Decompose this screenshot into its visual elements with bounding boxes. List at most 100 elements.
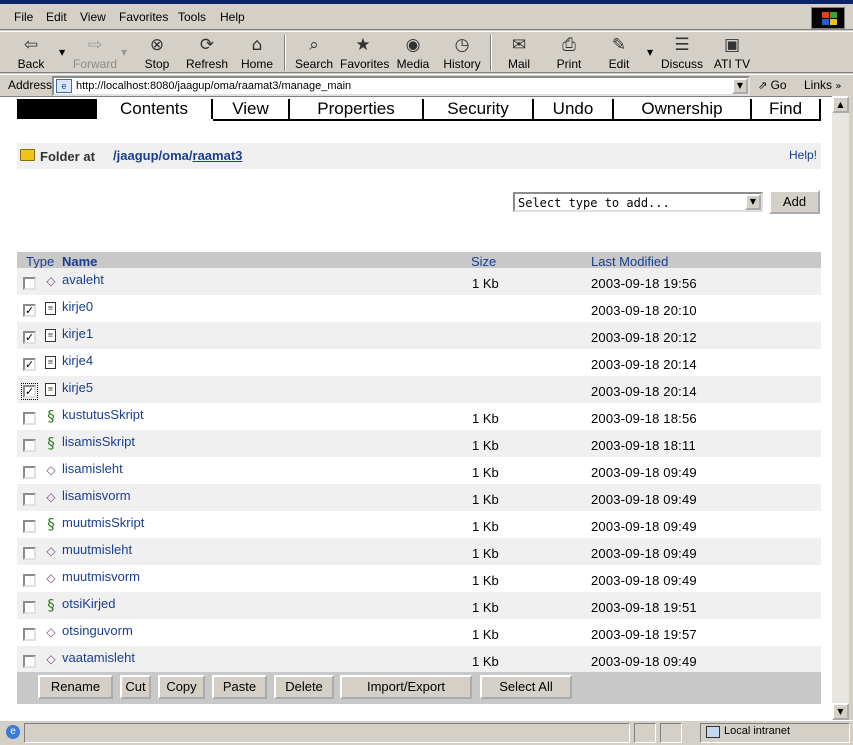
dtml-method-icon[interactable]: ◇	[43, 651, 59, 667]
forward-dropdown-icon[interactable]: ▼	[121, 48, 127, 57]
menu-favorites[interactable]: Favorites	[119, 10, 168, 24]
item-name-link[interactable]: lisamisSkript	[62, 434, 135, 449]
dtml-method-icon[interactable]: ◇	[43, 489, 59, 505]
item-name-link[interactable]: kirje4	[62, 353, 93, 368]
row-checkbox[interactable]	[23, 493, 36, 506]
row-checkbox[interactable]	[23, 628, 36, 641]
breadcrumb-oma[interactable]: oma	[162, 148, 189, 163]
tab-properties[interactable]: Properties	[290, 99, 424, 119]
dtml-method-icon[interactable]: ◇	[43, 462, 59, 478]
tab-undo[interactable]: Undo	[534, 99, 614, 119]
item-name-link[interactable]: otsinguvorm	[62, 623, 133, 638]
item-name-link[interactable]: muutmisSkript	[62, 515, 144, 530]
item-name-link[interactable]: lisamisvorm	[62, 488, 131, 503]
item-name-link[interactable]: kustutusSkript	[62, 407, 144, 422]
tab-security[interactable]: Security	[424, 99, 534, 119]
rename-button[interactable]: Rename	[38, 675, 113, 699]
media-button[interactable]: ◉ Media	[394, 34, 432, 72]
search-button[interactable]: ⌕ Search	[292, 34, 336, 72]
delete-button[interactable]: Delete	[274, 675, 334, 699]
edit-button[interactable]: ✎ Edit	[600, 34, 638, 72]
tab-ownership[interactable]: Ownership	[614, 99, 752, 119]
document-icon[interactable]: ≡	[45, 356, 56, 369]
back-button[interactable]: ⇦ Back	[10, 34, 52, 72]
cut-button[interactable]: Cut	[120, 675, 151, 699]
forward-button[interactable]: ⇨ Forward	[70, 34, 120, 72]
row-checkbox[interactable]	[23, 466, 36, 479]
row-checkbox[interactable]	[23, 520, 36, 533]
column-size[interactable]: Size	[471, 254, 496, 269]
dtml-method-icon[interactable]: ◇	[43, 273, 59, 289]
print-button[interactable]: ⎙ Print	[550, 34, 588, 72]
go-button[interactable]: ⇗ Go	[758, 78, 787, 92]
item-name-link[interactable]: vaatamisleht	[62, 650, 135, 665]
item-name-link[interactable]: muutmisleht	[62, 542, 132, 557]
row-checkbox[interactable]	[23, 277, 36, 290]
dtml-method-icon[interactable]: ◇	[43, 624, 59, 640]
scroll-down-icon[interactable]: ▼	[832, 703, 849, 720]
discuss-button[interactable]: ☰ Discuss	[660, 34, 704, 72]
menu-edit[interactable]: Edit	[46, 10, 67, 24]
tab-find[interactable]: Find	[752, 99, 821, 119]
scroll-up-icon[interactable]: ▲	[832, 96, 849, 113]
breadcrumb-jaagup[interactable]: jaagup	[117, 148, 159, 163]
row-checkbox[interactable]: ✓	[21, 383, 38, 400]
row-checkbox[interactable]: ✓	[23, 331, 36, 344]
row-checkbox[interactable]	[23, 655, 36, 668]
home-button[interactable]: ⌂ Home	[238, 34, 276, 72]
item-name-link[interactable]: kirje0	[62, 299, 93, 314]
paste-button[interactable]: Paste	[212, 675, 267, 699]
item-name-link[interactable]: kirje5	[62, 380, 93, 395]
tab-contents[interactable]: Contents	[97, 99, 213, 119]
python-script-icon[interactable]: §	[43, 516, 59, 532]
item-name-link[interactable]: avaleht	[62, 272, 104, 287]
dtml-method-icon[interactable]: ◇	[43, 543, 59, 559]
address-dropdown-icon[interactable]: ▼	[732, 78, 748, 94]
item-name-link[interactable]: kirje1	[62, 326, 93, 341]
document-icon[interactable]: ≡	[45, 383, 56, 396]
item-name-link[interactable]: muutmisvorm	[62, 569, 140, 584]
item-name-link[interactable]: otsiKirjed	[62, 596, 115, 611]
favorites-button[interactable]: ★ Favorites	[340, 34, 389, 72]
tab-view[interactable]: View	[213, 99, 290, 119]
python-script-icon[interactable]: §	[43, 408, 59, 424]
help-link[interactable]: Help!	[789, 148, 817, 162]
select-all-button[interactable]: Select All	[480, 675, 572, 699]
document-icon[interactable]: ≡	[45, 329, 56, 342]
row-checkbox[interactable]: ✓	[23, 304, 36, 317]
document-icon[interactable]: ≡	[45, 302, 56, 315]
table-row: ✓ ≡ kirje0 2003-09-18 20:10	[17, 295, 821, 322]
row-checkbox[interactable]	[23, 601, 36, 614]
menu-file[interactable]: File	[14, 10, 33, 24]
breadcrumb-raamat3[interactable]: raamat3	[193, 148, 243, 163]
menu-view[interactable]: View	[80, 10, 106, 24]
column-type[interactable]: Type	[26, 254, 54, 269]
add-type-select[interactable]: Select type to add... ▼	[513, 192, 763, 212]
address-input[interactable]: e http://localhost:8080/jaagup/oma/raama…	[52, 76, 750, 96]
dtml-method-icon[interactable]: ◇	[43, 570, 59, 586]
column-name[interactable]: Name	[62, 254, 97, 269]
item-name-link[interactable]: lisamisleht	[62, 461, 123, 476]
column-last-modified[interactable]: Last Modified	[591, 254, 668, 269]
mail-button[interactable]: ✉ Mail	[500, 34, 538, 72]
links-button[interactable]: Links »	[804, 78, 841, 92]
back-dropdown-icon[interactable]: ▼	[59, 48, 65, 57]
row-checkbox[interactable]	[23, 439, 36, 452]
row-checkbox[interactable]	[23, 574, 36, 587]
vertical-scrollbar[interactable]: ▲ ▼	[832, 96, 849, 720]
import-export-button[interactable]: Import/Export	[340, 675, 472, 699]
add-button[interactable]: Add	[769, 190, 820, 214]
row-checkbox[interactable]	[23, 547, 36, 560]
row-checkbox[interactable]: ✓	[23, 358, 36, 371]
history-button[interactable]: ◷ History	[440, 34, 484, 72]
copy-button[interactable]: Copy	[158, 675, 205, 699]
row-checkbox[interactable]	[23, 412, 36, 425]
menu-tools[interactable]: Tools	[178, 10, 206, 24]
stop-button[interactable]: ⊗ Stop	[138, 34, 176, 72]
edit-dropdown-icon[interactable]: ▼	[647, 48, 653, 57]
ati-tv-button[interactable]: ▣ ATI TV	[712, 34, 752, 72]
python-script-icon[interactable]: §	[43, 597, 59, 613]
menu-help[interactable]: Help	[220, 10, 245, 24]
python-script-icon[interactable]: §	[43, 435, 59, 451]
refresh-button[interactable]: ⟳ Refresh	[184, 34, 230, 72]
